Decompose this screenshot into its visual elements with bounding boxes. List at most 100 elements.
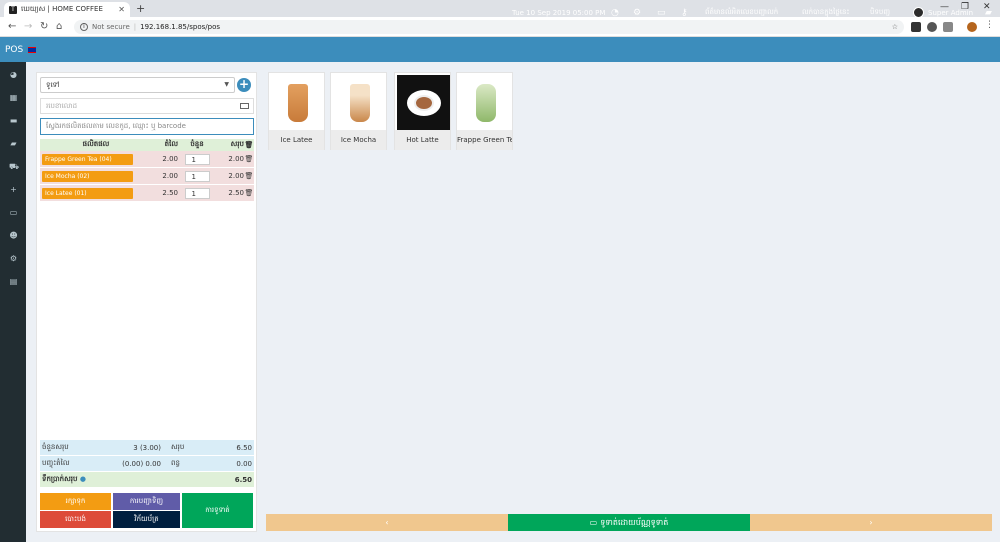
delete-item-icon[interactable]: 🗑 [244,189,254,197]
key-icon[interactable]: ⚷ [681,0,688,25]
user-menu[interactable]: Super Admin [913,0,973,25]
item-price: 2.00 [162,172,178,180]
header-subtotal: សរុប [230,140,244,148]
next-page-button[interactable]: › [750,514,992,531]
item-subtotal: 2.50 [228,189,244,197]
print-bill-button[interactable]: វិក័យប័ត្រ [113,511,180,528]
table-row: Ice Mocha (02) 2.00 1 2.00 🗑 [40,168,254,185]
info-icon[interactable]: i [80,23,88,31]
item-name-button[interactable]: Ice Mocha (02) [42,170,133,182]
product-card[interactable]: Hot Latte [394,72,451,150]
header-qty: ចំនួន [190,140,204,148]
product-name: Ice Latee [269,130,324,150]
item-qty-input[interactable]: 1 [184,153,210,165]
grid-icon[interactable]: ▦ [9,94,18,102]
discount-label[interactable]: បញ្ចុះតំលៃ [40,459,105,469]
product-image [333,75,386,130]
plus-icon[interactable]: + [9,186,18,194]
table-header: ផលិតផល តំលៃ ចំនួន សរុប 🗑 [40,139,254,151]
new-tab-icon[interactable]: + [136,2,145,15]
total-value: 6.50 [236,443,252,452]
credit-card-icon[interactable]: ▭ [9,209,18,217]
user-name: Super Admin [928,8,974,17]
url-text: 192.168.1.85/spos/pos [140,23,220,31]
cogs-icon[interactable]: ⚙ [9,255,18,263]
delete-item-icon[interactable]: 🗑 [244,172,254,180]
previous-page-button[interactable]: ‹ [266,514,508,531]
product-card[interactable]: Ice Mocha [330,72,387,150]
product-image [397,75,450,130]
hold-button[interactable]: រក្សាទុក [40,493,111,510]
brand-logo[interactable]: POS [0,45,26,55]
bookmark-star-icon[interactable]: ☆ [892,23,898,31]
nav-products-alert[interactable]: ព័ត៌មានលំអិតលេខបញ្ជាលក់ [705,0,778,25]
product-image [271,75,324,130]
tax-label[interactable]: ពន្ធ [161,459,211,469]
order-items-table: ផលិតផល តំលៃ ចំនួន សរុប 🗑 Frappe Green Te… [40,139,254,202]
add-customer-button[interactable]: + [237,78,251,92]
pay-by-card-label: ទូទាត់ដោយប័ណ្ណទូទាត់ [600,517,669,527]
item-qty-input[interactable]: 1 [184,187,210,199]
print-order-button[interactable]: ការបញ្ជាទិញ [113,493,180,510]
item-qty-input[interactable]: 1 [184,170,210,182]
back-icon[interactable]: ← [8,21,16,32]
product-search-input[interactable]: ស្វែងរកផលិតផលតាម លេខកូដ, ឈ្មោះ ឬ barcode [40,118,254,135]
product-card[interactable]: Frappe Green Tea [456,72,513,150]
total-label: សរុប [171,442,185,451]
comment-icon[interactable]: ● [80,475,86,483]
payable-label: ទឹកប្រាក់សរុប [42,474,78,483]
cancel-button[interactable]: បោះបង់ [40,511,111,528]
customer-value: ទូទៅ [46,81,60,89]
pay-by-card-button[interactable]: ▭ ទូទាត់ដោយប័ណ្ណទូទាត់ [508,514,750,531]
list-icon[interactable]: ▬ [9,117,18,125]
omnibox-separator: | [133,23,137,31]
chart-icon[interactable]: ▤ [9,278,18,286]
address-bar-row: ← → ↻ ⌂ i Not secure | 192.168.1.85/spos… [0,17,1000,37]
item-name-button[interactable]: Ice Latee (01) [42,187,133,199]
language-flag-icon[interactable] [28,46,36,53]
sidebar: ◕ ▦ ▬ ▰ ⛟ + ▭ ☻ ⚙ ▤ [0,62,26,542]
item-subtotal: 2.00 [228,155,244,163]
tab-favicon: T [9,5,17,14]
table-row: Ice Latee (01) 2.50 1 2.50 🗑 [40,185,254,202]
nav-today-sales[interactable]: លក់បានក្នុងថ្ងៃនេះ [802,0,850,25]
folder-icon[interactable]: ▰ [9,140,18,148]
tab-title: ឃេយ្យស | HOME COFFEE [21,4,103,13]
omnibox[interactable]: i Not secure | 192.168.1.85/spos/pos ☆ [74,20,904,34]
home-icon[interactable]: ⌂ [56,21,62,32]
payable-value: 6.50 [234,475,252,484]
product-name: Hot Latte [395,130,450,150]
order-note-input[interactable]: របេខាលោដ [40,98,254,114]
customer-select[interactable]: ទូទៅ ▼ [40,77,235,93]
users-icon[interactable]: ☻ [9,232,18,240]
table-row: Frappe Green Tea (04) 2.00 1 2.00 🗑 [40,151,254,168]
nav-close-register[interactable]: បិទបញ្ជ [870,0,890,25]
folder-icon[interactable]: ▰ [985,0,992,25]
avatar [913,7,924,18]
reload-icon[interactable]: ↻ [40,21,48,32]
item-price: 2.00 [162,155,178,163]
dashboard-icon[interactable]: ◕ [9,71,18,79]
item-subtotal: 2.00 [228,172,244,180]
dashboard-icon[interactable]: ◔ [611,0,619,25]
browser-tabbar: T ឃេយ្យស | HOME COFFEE ✕ + — ❐ ✕ [0,0,1000,17]
monitor-icon[interactable]: ▭ [657,0,666,25]
cart-icon[interactable]: ⛟ [9,163,19,171]
trash-icon: 🗑 [244,141,254,149]
credit-card-icon: ▭ [589,518,598,527]
pos-order-panel: ទូទៅ ▼ + របេខាលោដ ស្វែងរកផលិតផលតាម លេខកូ… [36,72,257,532]
forward-icon[interactable]: → [24,21,32,32]
product-card[interactable]: Ice Latee [268,72,325,150]
browser-tab[interactable]: T ឃេយ្យស | HOME COFFEE ✕ [4,2,130,17]
product-name: Ice Mocha [331,130,386,150]
close-tab-icon[interactable]: ✕ [118,5,125,14]
delete-item-icon[interactable]: 🗑 [244,155,254,163]
settings-icon[interactable]: ⚙ [633,0,641,25]
item-name-button[interactable]: Frappe Green Tea (04) [42,153,133,165]
header-price: តំលៃ [164,140,178,148]
totals-row: ទឹកប្រាក់សរុប ● 6.50 [40,472,254,488]
product-name: Frappe Green Tea [457,130,512,150]
total-items-label: ចំនួនសរុប [42,442,69,451]
payment-button[interactable]: ការទូទាត់ [182,493,253,528]
card-icon[interactable] [240,103,249,109]
